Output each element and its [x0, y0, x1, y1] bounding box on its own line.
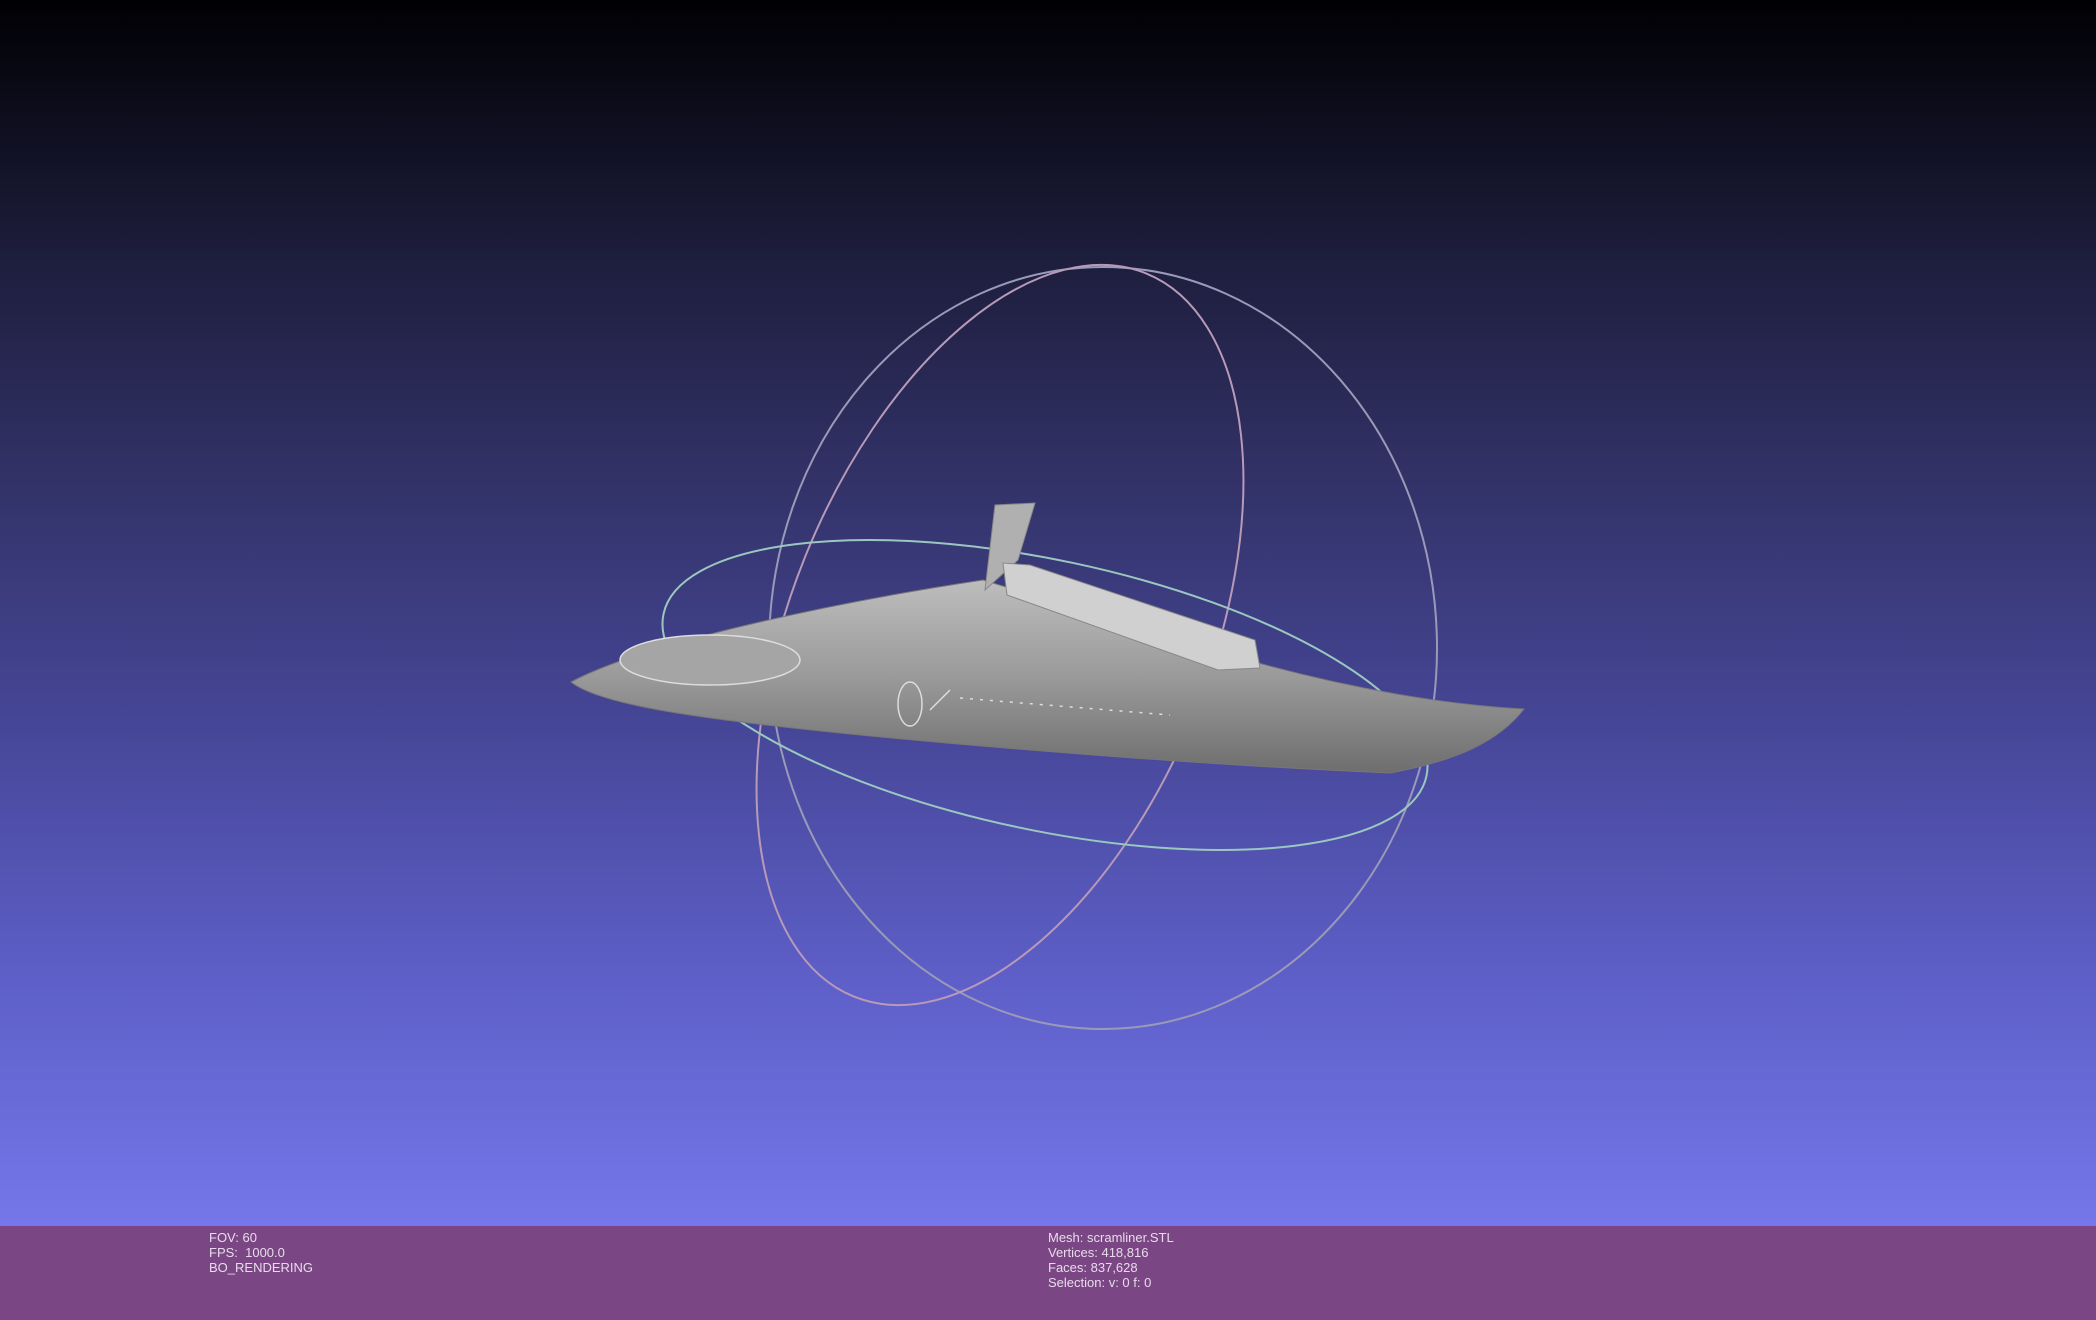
selection-label: Selection: v: 0 f: 0	[1048, 1275, 1152, 1290]
render-mode-label: BO_RENDERING	[209, 1260, 314, 1275]
faces-label: Faces: 837,628	[1048, 1260, 1138, 1275]
vertices-label: Vertices: 418,816	[1048, 1245, 1149, 1260]
scene	[570, 263, 1525, 1030]
status-bar: FOV: 60 FPS: 1000.0 BO_RENDERING Mesh: s…	[0, 1226, 2096, 1320]
3d-viewport[interactable]	[0, 0, 2096, 1226]
mesh-scramliner	[570, 502, 1525, 774]
canopy	[619, 634, 801, 686]
render-info: FOV: 60 FPS: 1000.0 BO_RENDERING	[209, 1230, 313, 1275]
mesh-info: Mesh: scramliner.STL Vertices: 418,816 F…	[1048, 1230, 1174, 1290]
fps-label: FPS: 1000.0	[209, 1245, 285, 1260]
fov-label: FOV: 60	[209, 1230, 257, 1245]
mesh-name-label: Mesh: scramliner.STL	[1048, 1230, 1174, 1245]
